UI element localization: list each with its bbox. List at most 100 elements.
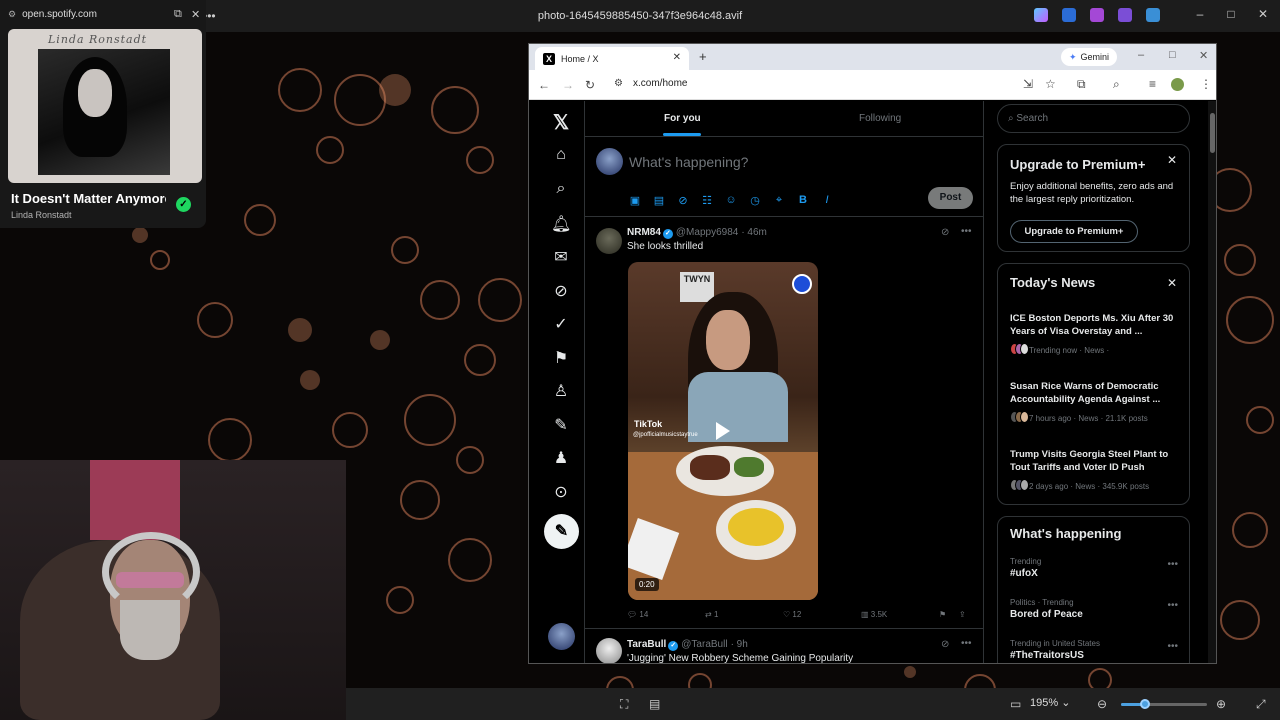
tab-close-icon[interactable]: ✕ (673, 52, 681, 63)
post-button[interactable]: Post (928, 187, 973, 209)
account-avatar[interactable] (548, 623, 575, 650)
artist-name[interactable]: Linda Ronstadt (11, 210, 72, 220)
home-icon[interactable]: ⌂ (551, 146, 571, 166)
tweet-avatar[interactable] (596, 228, 622, 254)
tweet-handle[interactable]: @Mappy6984 (676, 227, 738, 238)
page-scrollbar[interactable] (1208, 101, 1216, 663)
profile-avatar-icon[interactable] (1171, 78, 1184, 91)
tab-following[interactable]: Following (859, 113, 901, 124)
news-item[interactable]: Susan Rice Warns of Democratic Accountab… (1010, 380, 1180, 425)
tweet-time[interactable]: · 9h (731, 639, 748, 650)
messages-mail-icon[interactable]: ✉ (551, 247, 571, 267)
close-icon[interactable]: ✕ (1254, 7, 1272, 21)
grok-explain-icon[interactable]: ⊘ (941, 227, 949, 238)
tweet-handle[interactable]: @TaraBull (681, 639, 727, 650)
zoom-in-icon[interactable]: ⊕ (1216, 697, 1226, 711)
liked-check-icon[interactable]: ✓ (176, 197, 191, 212)
site-info-icon[interactable]: ⚙ (614, 78, 623, 89)
extensions-icon[interactable]: ⧉ (1077, 77, 1086, 92)
composer-input[interactable]: What's happening? (629, 154, 748, 170)
trend-item[interactable]: Politics · Trending Bored of Peace ••• (1010, 598, 1180, 620)
upgrade-premium-button[interactable]: Upgrade to Premium+ (1010, 220, 1138, 243)
reload-icon[interactable]: ↻ (585, 78, 595, 92)
more-circle-icon[interactable]: ⊙ (551, 482, 571, 502)
menu-dots-icon[interactable]: ⋮ (1200, 77, 1212, 91)
profile-icon[interactable]: ♟ (551, 448, 571, 468)
premium-close-icon[interactable]: ✕ (1167, 153, 1177, 167)
schedule-icon[interactable]: ◷ (749, 194, 761, 207)
tweet-more-icon[interactable]: ••• (961, 226, 972, 237)
copilot-icon[interactable] (1034, 8, 1048, 22)
repost-button[interactable]: ⇄ 1 (705, 610, 718, 619)
app-violet-icon[interactable] (1118, 8, 1132, 22)
scan-text-icon[interactable]: ▤ (649, 697, 660, 711)
trend-more-icon[interactable]: ••• (1167, 559, 1178, 570)
maximize-icon[interactable]: □ (1222, 7, 1240, 21)
news-item[interactable]: ICE Boston Deports Ms. Xiu After 30 Year… (1010, 312, 1180, 357)
app-purple-icon[interactable] (1090, 8, 1104, 22)
tab-home-x[interactable]: X Home / X ✕ (535, 47, 689, 70)
app-cloud-icon[interactable] (1146, 8, 1160, 22)
grok-compose-icon[interactable]: ⊘ (677, 194, 689, 207)
location-icon[interactable]: ⌖ (773, 194, 785, 207)
site-settings-icon[interactable]: ⚙ (8, 9, 16, 20)
gemini-button[interactable]: ✦ Gemini (1061, 48, 1118, 66)
explore-search-icon[interactable]: ⌕ (551, 180, 571, 200)
bookmarks-icon[interactable]: ⚑ (551, 348, 571, 368)
tweet[interactable]: TaraBull ✓ @TaraBull · 9h ⊘ ••• 'Jugging' N… (585, 630, 983, 663)
address-bar[interactable]: x.com/home (633, 78, 687, 89)
tweet[interactable]: NRM84 ✓ @Mappy6984 · 46m ⊘ ••• She looks th… (585, 218, 983, 629)
tweet-avatar[interactable] (596, 638, 622, 663)
tweet-author[interactable]: NRM84 ✓ @Mappy6984 · 46m (627, 227, 767, 239)
forward-icon[interactable]: → (562, 78, 574, 92)
app-blue-icon[interactable] (1062, 8, 1076, 22)
jobs-icon[interactable]: ♙ (551, 381, 571, 401)
zoom-slider[interactable] (1121, 699, 1207, 709)
tab-for-you[interactable]: For you (664, 113, 701, 124)
share-icon[interactable]: ⇪ (959, 610, 966, 619)
zoom-level[interactable]: 195% ⌄ (1030, 696, 1070, 709)
trend-more-icon[interactable]: ••• (1167, 641, 1178, 652)
sidebar-search-icon[interactable]: ⌕ (1113, 77, 1120, 92)
zoom-out-icon[interactable]: ⊖ (1097, 697, 1107, 711)
bookmark-icon[interactable]: ⚑ (939, 610, 946, 619)
spotify-close-icon[interactable]: ✕ (191, 8, 200, 21)
minimize-icon[interactable]: – (1191, 7, 1209, 21)
browser-maximize-icon[interactable]: □ (1169, 49, 1176, 61)
grok-icon[interactable]: ⊘ (551, 281, 571, 301)
news-item[interactable]: Trump Visits Georgia Steel Plant to Tout… (1010, 448, 1180, 493)
tweet-time[interactable]: · 46m (741, 227, 767, 238)
italic-icon[interactable]: I (821, 194, 833, 207)
new-tab-icon[interactable]: + (699, 49, 707, 64)
install-app-icon[interactable]: ⇲ (1023, 77, 1033, 91)
crop-icon[interactable]: ⛶ (620, 697, 628, 712)
views-button[interactable]: ▥ 3.5K (861, 610, 887, 619)
verified-orgs-icon[interactable]: ✓ (551, 314, 571, 334)
scrollbar-thumb[interactable] (1210, 113, 1215, 153)
tweet-more-icon[interactable]: ••• (961, 638, 972, 649)
bold-icon[interactable]: B (797, 194, 809, 207)
fit-screen-icon[interactable]: ▭ (1010, 697, 1021, 711)
trend-item[interactable]: Trending in United States #TheTraitorsUS… (1010, 639, 1180, 661)
compose-post-button[interactable]: ✎ (544, 514, 579, 549)
like-button[interactable]: ♡ 12 (783, 610, 801, 619)
bookmark-star-icon[interactable]: ☆ (1045, 77, 1056, 91)
tweet-author-name[interactable]: TaraBull (627, 639, 666, 650)
fullscreen-icon[interactable]: ⤢ (1256, 697, 1266, 712)
articles-icon[interactable]: ✎ (551, 415, 571, 435)
grok-explain-icon[interactable]: ⊘ (941, 639, 949, 650)
tweet-author[interactable]: TaraBull ✓ @TaraBull · 9h (627, 639, 748, 651)
news-close-icon[interactable]: ✕ (1167, 276, 1177, 290)
play-icon[interactable] (716, 422, 730, 440)
browser-close-icon[interactable]: ✕ (1199, 49, 1208, 62)
tweet-author-name[interactable]: NRM84 (627, 227, 661, 238)
gif-icon[interactable]: ▤ (653, 194, 665, 207)
tweet-video[interactable]: TWYN TikTok @jpofficialmusicstaytrue 0:2… (628, 262, 818, 600)
search-input[interactable]: ⌕ Search (997, 104, 1190, 133)
reply-button[interactable]: 💬︎ 14 (627, 610, 648, 619)
browser-minimize-icon[interactable]: – (1138, 49, 1144, 61)
trend-more-icon[interactable]: ••• (1167, 600, 1178, 611)
media-icon[interactable]: ▣ (629, 194, 641, 207)
back-to-tab-icon[interactable]: ⧉ (174, 8, 182, 21)
trend-item[interactable]: Trending #ufoX ••• (1010, 557, 1180, 579)
